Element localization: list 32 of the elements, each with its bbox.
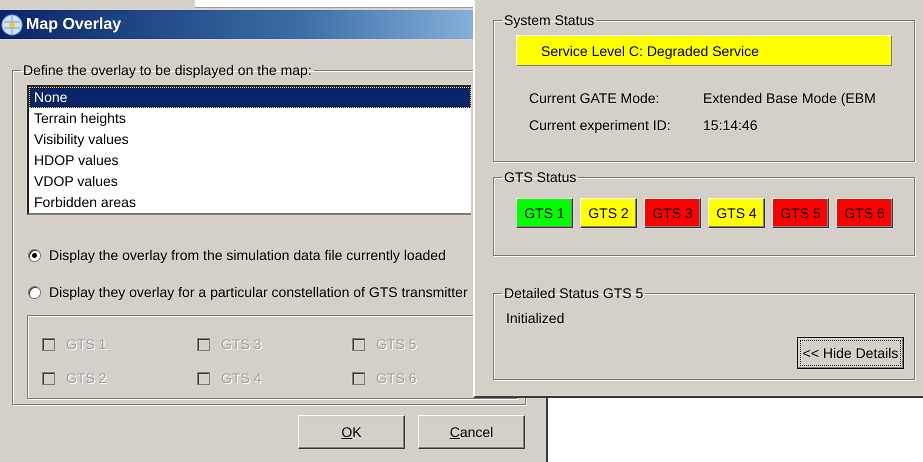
station-button[interactable]: GTS 4 [708,198,765,228]
field-value: Extended Base Mode (EBM [703,89,877,108]
hide-details-button[interactable]: << Hide Details [797,337,904,369]
overlay-list[interactable]: None Terrain heights Visibility values HDOP values VDOP values Forbidden areas [27,85,471,215]
station-button[interactable]: GTS 6 [836,198,893,228]
list-item[interactable]: HDOP values [29,150,471,171]
station-button[interactable]: GTS 1 [516,198,573,228]
cancel-button[interactable]: Cancel [418,415,525,449]
radio-label: Display they overlay for a particular constellation of GTS transmitter [49,283,468,302]
radio-button[interactable] [28,286,41,299]
list-item[interactable]: VDOP values [29,171,471,192]
list-item[interactable]: None [29,87,471,108]
list-item[interactable]: Forbidden areas [29,192,471,213]
group-label: Detailed Status GTS 5 [503,286,644,300]
ok-button[interactable]: OK [298,415,405,449]
field-label: Current experiment ID: [529,116,672,135]
group-label: System Status [503,13,596,27]
globe-icon [0,12,24,36]
status-text: Initialized [505,309,564,328]
group-label: GTS Status [503,170,578,184]
radio-label: Display the overlay from the simulation data file currently loaded [49,246,446,265]
station-button[interactable]: GTS 3 [644,198,701,228]
station-button[interactable]: GTS 5 [772,198,829,228]
window-title: Map Overlay [26,14,122,34]
field-value: 15:14:46 [703,116,758,135]
group-label: Define the overlay to be displayed on the map: [22,63,313,77]
service-level-banner: Service Level C: Degraded Service [516,35,892,66]
list-item[interactable]: Terrain heights [29,108,471,129]
field-label: Current GATE Mode: [529,89,660,108]
radio-button[interactable] [28,249,41,262]
list-item[interactable]: Visibility values [29,129,471,150]
station-button[interactable]: GTS 2 [580,198,637,228]
